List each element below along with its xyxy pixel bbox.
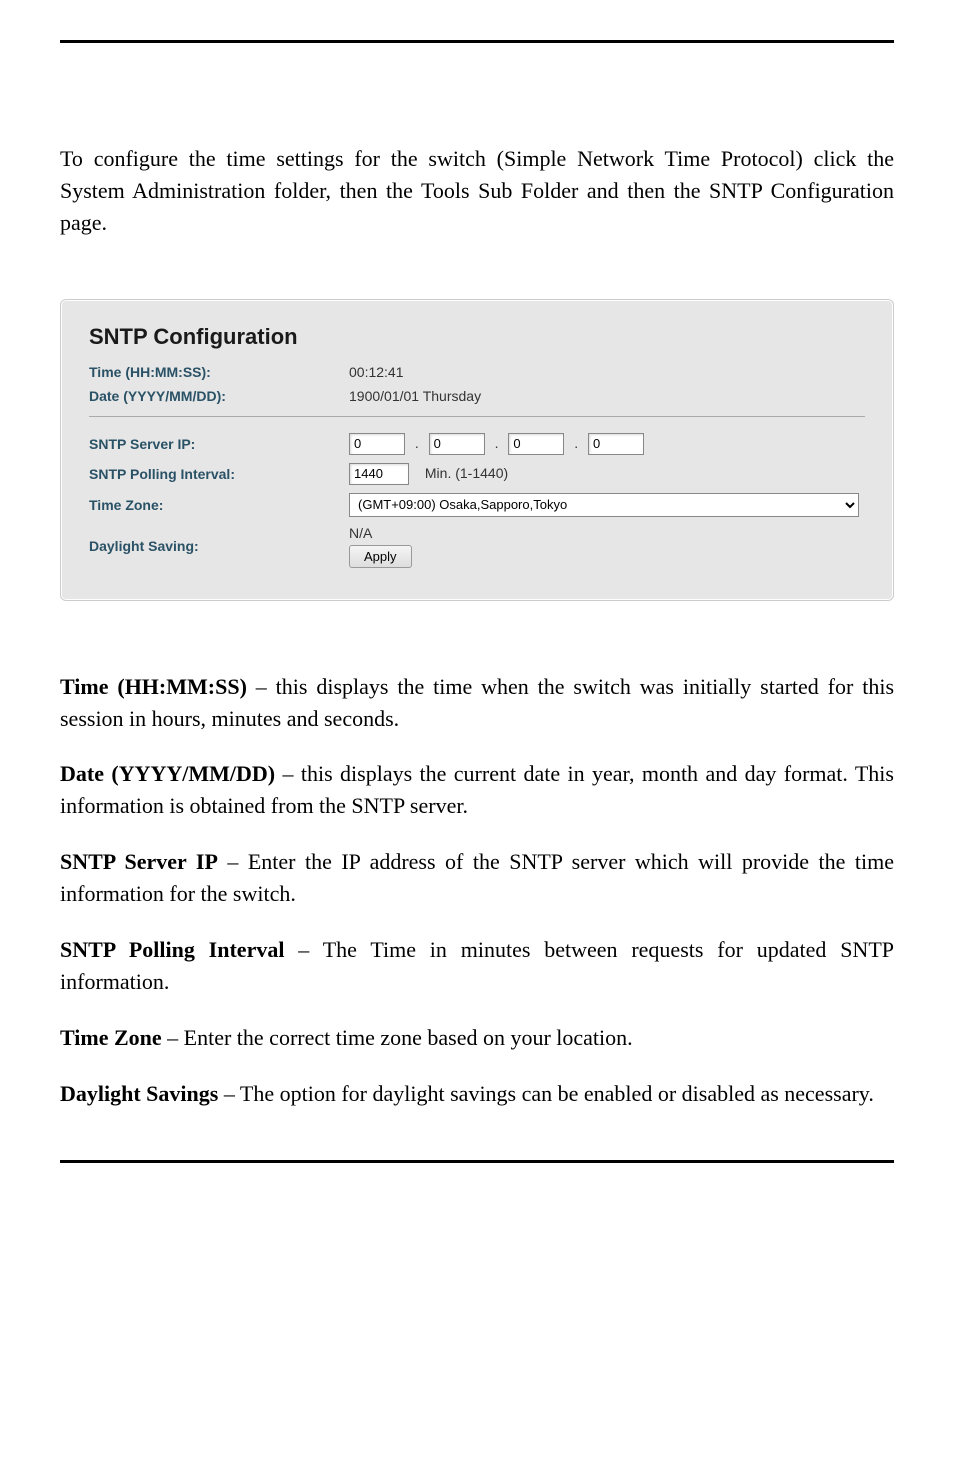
panel-title: SNTP Configuration: [89, 324, 865, 350]
definitions: Time (HH:MM:SS) – this displays the time…: [60, 671, 894, 1110]
top-rule: [60, 40, 894, 43]
polling-input-group: Min. (1-1440): [349, 463, 508, 485]
timezone-select[interactable]: (GMT+09:00) Osaka,Sapporo,Tokyo: [349, 493, 859, 517]
ip-dot: .: [415, 435, 419, 451]
time-row: Time (HH:MM:SS): 00:12:41: [89, 364, 865, 380]
timezone-row: Time Zone: (GMT+09:00) Osaka,Sapporo,Tok…: [89, 493, 865, 517]
apply-button[interactable]: Apply: [349, 545, 412, 568]
def-timezone-term: Time Zone: [60, 1025, 162, 1050]
daylight-value-group: N/A Apply: [349, 525, 412, 568]
ip-dot: .: [574, 435, 578, 451]
def-timezone: Time Zone – Enter the correct time zone …: [60, 1022, 894, 1054]
time-label: Time (HH:MM:SS):: [89, 364, 349, 380]
ip-octet-3[interactable]: [508, 433, 564, 455]
def-daylight-term: Daylight Savings: [60, 1081, 218, 1106]
def-daylight-desc: – The option for daylight savings can be…: [218, 1081, 874, 1106]
date-row: Date (YYYY/MM/DD): 1900/01/01 Thursday: [89, 388, 865, 404]
bottom-rule: [60, 1160, 894, 1163]
def-timezone-desc: – Enter the correct time zone based on y…: [162, 1025, 633, 1050]
polling-row: SNTP Polling Interval: Min. (1-1440): [89, 463, 865, 485]
ip-octet-2[interactable]: [429, 433, 485, 455]
ip-input-group: . . .: [349, 433, 644, 455]
def-date-term: Date (YYYY/MM/DD): [60, 761, 275, 786]
server-ip-row: SNTP Server IP: . . .: [89, 433, 865, 455]
time-value: 00:12:41: [349, 364, 404, 380]
ip-octet-1[interactable]: [349, 433, 405, 455]
def-server-ip: SNTP Server IP – Enter the IP address of…: [60, 846, 894, 910]
timezone-label: Time Zone:: [89, 497, 349, 513]
daylight-value: N/A: [349, 525, 412, 541]
date-value: 1900/01/01 Thursday: [349, 388, 481, 404]
def-daylight: Daylight Savings – The option for daylig…: [60, 1078, 894, 1110]
def-polling-term: SNTP Polling Interval: [60, 937, 284, 962]
server-ip-label: SNTP Server IP:: [89, 436, 349, 452]
ip-octet-4[interactable]: [588, 433, 644, 455]
panel-divider: [89, 416, 865, 417]
polling-label: SNTP Polling Interval:: [89, 466, 349, 482]
def-time: Time (HH:MM:SS) – this displays the time…: [60, 671, 894, 735]
daylight-label: Daylight Saving:: [89, 538, 349, 554]
sntp-config-panel: SNTP Configuration Time (HH:MM:SS): 00:1…: [60, 299, 894, 601]
date-label: Date (YYYY/MM/DD):: [89, 388, 349, 404]
polling-input[interactable]: [349, 463, 409, 485]
polling-suffix: Min. (1-1440): [425, 465, 508, 481]
intro-paragraph: To configure the time settings for the s…: [60, 143, 894, 239]
def-server-ip-term: SNTP Server IP: [60, 849, 218, 874]
def-polling: SNTP Polling Interval – The Time in minu…: [60, 934, 894, 998]
ip-dot: .: [495, 435, 499, 451]
def-time-term: Time (HH:MM:SS): [60, 674, 247, 699]
def-date: Date (YYYY/MM/DD) – this displays the cu…: [60, 758, 894, 822]
daylight-row: Daylight Saving: N/A Apply: [89, 525, 865, 568]
